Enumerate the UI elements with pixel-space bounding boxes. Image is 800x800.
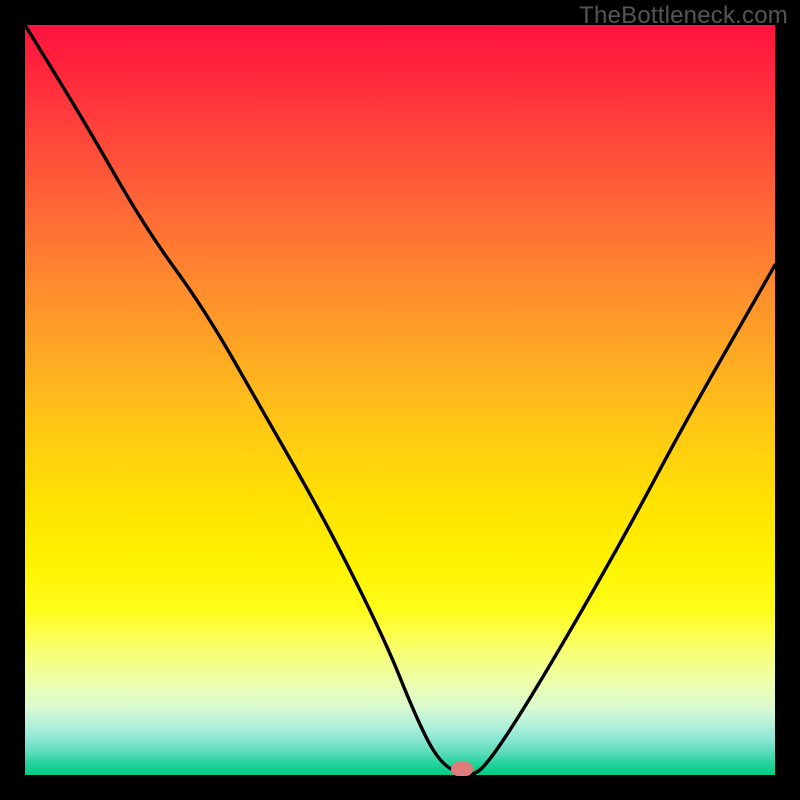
plot-area [25, 25, 775, 775]
optimal-marker [451, 762, 473, 776]
chart-frame: TheBottleneck.com [0, 0, 800, 800]
watermark-text: TheBottleneck.com [579, 2, 788, 30]
curve-layer [25, 25, 775, 775]
bottleneck-curve [25, 25, 775, 775]
